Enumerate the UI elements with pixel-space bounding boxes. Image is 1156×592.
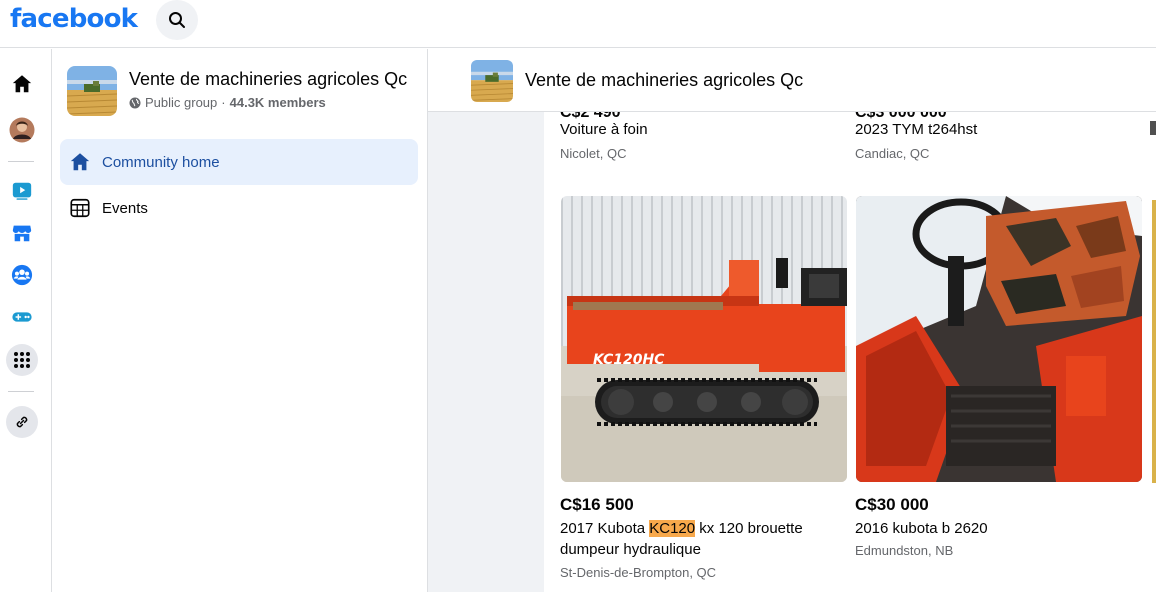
globe-icon — [129, 97, 141, 108]
listing-title[interactable]: Voiture à foin — [560, 121, 648, 138]
listing-title[interactable]: 2023 TYM t264hst — [855, 121, 977, 138]
listing-location: Edmundston, NB — [855, 543, 954, 558]
nav-label: Community home — [102, 153, 220, 171]
search-button[interactable] — [156, 0, 198, 40]
link-icon[interactable] — [6, 406, 38, 438]
listing-price[interactable]: C$16 500 — [560, 495, 634, 515]
listing-title[interactable]: 2017 Kubota KC120 kx 120 brouette dumpeu… — [560, 518, 830, 560]
groups-icon[interactable] — [6, 259, 38, 291]
group-header-bar: Vente de machineries agricoles Qc — [428, 49, 1156, 112]
group-members[interactable]: 44.3K members — [230, 95, 326, 110]
calendar-icon — [68, 196, 92, 220]
home-icon — [68, 150, 92, 174]
listing-price[interactable]: C$30 000 — [855, 495, 929, 515]
menu-grid-icon[interactable] — [6, 344, 38, 376]
marketplace-feed: C$2 490 Voiture à foin Nicolet, QC C$3 0… — [544, 112, 1156, 592]
search-highlight: KC120 — [649, 520, 696, 537]
listing-location: Nicolet, QC — [560, 146, 627, 161]
group-cover-thumbnail[interactable] — [67, 66, 117, 116]
listing-location: St-Denis-de-Brompton, QC — [560, 565, 717, 580]
kc120hc-decal: KC120HC — [593, 352, 665, 368]
nav-label: Events — [102, 199, 148, 217]
left-rail — [0, 49, 52, 592]
group-meta: Public group · 44.3K members — [129, 95, 326, 110]
nav-events[interactable]: Events — [60, 185, 418, 231]
gaming-icon[interactable] — [6, 301, 38, 333]
group-name[interactable]: Vente de machineries agricoles Qc — [129, 69, 407, 90]
facebook-logo[interactable]: facebook — [10, 4, 138, 34]
next-listing-edge — [1150, 121, 1156, 135]
title-text: 2017 Kubota — [560, 520, 650, 537]
listing-title[interactable]: 2016 kubota b 2620 — [855, 520, 988, 537]
group-privacy: Public group — [145, 95, 218, 110]
rail-divider — [8, 391, 34, 392]
rail-divider — [8, 161, 34, 162]
listing-location: Candiac, QC — [855, 146, 930, 161]
video-icon[interactable] — [6, 175, 38, 207]
profile-avatar[interactable] — [6, 114, 38, 146]
next-listing-photo-edge — [1152, 200, 1156, 483]
search-icon — [169, 12, 185, 28]
listing-photo[interactable] — [856, 196, 1142, 482]
group-header-thumbnail[interactable] — [471, 60, 513, 102]
marketplace-icon[interactable] — [6, 217, 38, 249]
home-icon[interactable] — [6, 68, 38, 100]
meta-separator: · — [221, 95, 226, 110]
listing-photo[interactable]: KC120HC — [561, 196, 847, 482]
top-bar: facebook — [0, 0, 1156, 48]
header-group-title[interactable]: Vente de machineries agricoles Qc — [525, 70, 803, 91]
group-sidebar: Vente de machineries agricoles Qc Public… — [52, 49, 428, 592]
nav-community-home[interactable]: Community home — [60, 139, 418, 185]
